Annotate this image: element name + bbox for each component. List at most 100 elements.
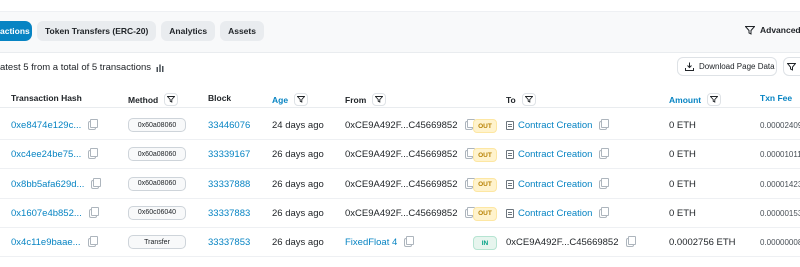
top-strip xyxy=(0,0,800,12)
block-link[interactable]: 33339167 xyxy=(208,149,250,160)
copy-icon[interactable] xyxy=(404,236,415,248)
age-text: 24 days ago xyxy=(272,120,324,131)
transaction-hash-link[interactable]: 0x1607e4b852... xyxy=(11,208,82,219)
to-cell: Contract Creation xyxy=(506,170,610,199)
txn-fee-cell: 0.00002409 xyxy=(760,111,800,140)
amount-cell: 0.0002756 ETH xyxy=(669,228,736,257)
contract-creation-link[interactable]: Contract Creation xyxy=(518,120,592,131)
block-link[interactable]: 33337883 xyxy=(208,208,250,219)
from-address: 0xCE9A492F...C45669852 xyxy=(345,178,458,190)
block-cell: 33337883 xyxy=(208,199,250,228)
col-from: From xyxy=(345,93,387,106)
copy-icon[interactable] xyxy=(464,177,475,189)
to-filter-icon[interactable] xyxy=(521,93,536,106)
block-link[interactable]: 33337888 xyxy=(208,179,250,190)
amount-text: 0 ETH xyxy=(669,178,696,190)
copy-icon[interactable] xyxy=(599,177,610,189)
copy-icon[interactable] xyxy=(88,119,99,130)
amount-cell: 0 ETH xyxy=(669,170,696,199)
copy-icon[interactable] xyxy=(625,236,636,248)
amount-text: 0 ETH xyxy=(669,207,696,219)
block-link[interactable]: 33337853 xyxy=(208,237,250,248)
tab-transactions[interactable]: actions xyxy=(0,21,32,41)
age-cell: 26 days ago xyxy=(272,140,324,169)
direction-badge: OUT xyxy=(473,177,497,192)
age-cell: 26 days ago xyxy=(272,228,324,257)
copy-icon[interactable] xyxy=(91,177,102,189)
filter-funnel-icon xyxy=(787,62,796,71)
advanced-filter-button[interactable]: Advanced F xyxy=(745,25,800,35)
block-link[interactable]: 33446076 xyxy=(208,120,250,131)
contract-creation-link[interactable]: Contract Creation xyxy=(518,179,592,190)
block-cell: 33339167 xyxy=(208,140,250,169)
copy-icon[interactable] xyxy=(88,148,99,160)
col-amount[interactable]: Amount xyxy=(669,93,722,106)
table-row: 0x1607e4b852... 0x60c06040 33337883 26 days… xyxy=(0,199,800,228)
direction-badge: OUT xyxy=(473,148,497,163)
table-row: 0xe8474e129c... 0x60a08060 33446076 24 days… xyxy=(0,111,800,140)
method-badge: 0x60a08060 xyxy=(128,118,186,132)
to-address: 0xCE9A492F...C45669852 xyxy=(506,237,619,249)
copy-icon[interactable] xyxy=(87,236,98,248)
tab-token-transfers[interactable]: Token Transfers (ERC-20) xyxy=(37,21,157,41)
from-address[interactable]: FixedFloat 4 xyxy=(345,237,397,248)
txn-fee-text: 0.00000153 xyxy=(760,208,800,218)
age-cell: 26 days ago xyxy=(272,199,324,228)
tab-analytics[interactable]: Analytics xyxy=(161,21,216,41)
copy-icon[interactable] xyxy=(88,206,99,218)
copy-icon[interactable] xyxy=(464,148,475,160)
amount-filter-icon[interactable] xyxy=(707,93,722,106)
txn-fee-cell: 0.00001423 xyxy=(760,170,800,199)
contract-document-icon xyxy=(506,208,514,218)
method-filter-icon[interactable] xyxy=(164,93,179,106)
copy-icon[interactable] xyxy=(599,119,610,130)
to-cell: 0xCE9A492F...C45669852 xyxy=(506,228,636,257)
transaction-hash-link[interactable]: 0x8bb5afa629d... xyxy=(11,179,84,190)
col-to: To xyxy=(506,93,536,106)
amount-text: 0 ETH xyxy=(669,120,696,131)
age-cell: 24 days ago xyxy=(272,111,324,140)
transaction-hash-cell: 0x4c11e9baae... xyxy=(11,228,98,257)
filter-funnel-icon xyxy=(745,25,755,35)
amount-cell: 0 ETH xyxy=(669,199,696,228)
copy-icon[interactable] xyxy=(599,206,610,218)
filter-button[interactable] xyxy=(783,57,800,76)
direction-badge: OUT xyxy=(473,119,497,133)
table-row: 0x8bb5afa629d... 0x60a08060 33337888 26 day… xyxy=(0,170,800,199)
from-cell: 0xCE9A492F...C45669852 xyxy=(345,140,475,169)
copy-icon[interactable] xyxy=(599,148,610,160)
contract-creation-link[interactable]: Contract Creation xyxy=(518,149,592,160)
download-page-data-button[interactable]: Download Page Data xyxy=(677,57,777,76)
method-badge: 0x60a08060 xyxy=(128,147,186,162)
from-cell: 0xCE9A492F...C45669852 xyxy=(345,170,475,199)
col-txn-fee[interactable]: Txn Fee xyxy=(760,93,792,103)
txn-fee-cell: 0.00000008 xyxy=(760,228,800,257)
method-badge: Transfer xyxy=(128,235,186,250)
to-cell: Contract Creation xyxy=(506,140,610,169)
col-age[interactable]: Age xyxy=(272,93,309,106)
copy-icon[interactable] xyxy=(464,206,475,218)
txn-fee-cell: 0.00001011 xyxy=(760,140,800,169)
transaction-hash-link[interactable]: 0x4c11e9baae... xyxy=(11,237,81,248)
table-row: 0xc4ee24be75... 0x60a08060 33339167 26 days… xyxy=(0,140,800,170)
col-method: Method xyxy=(128,93,179,106)
to-cell: Contract Creation xyxy=(506,111,610,140)
col-transaction-hash: Transaction Hash xyxy=(11,93,82,103)
contract-creation-link[interactable]: Contract Creation xyxy=(518,208,592,219)
transaction-hash-cell: 0x8bb5afa629d... xyxy=(11,170,102,199)
transaction-hash-cell: 0xc4ee24be75... xyxy=(11,140,99,169)
transaction-hash-link[interactable]: 0xc4ee24be75... xyxy=(11,149,81,160)
copy-icon[interactable] xyxy=(464,119,475,130)
transaction-hash-cell: 0xe8474e129c... xyxy=(11,111,99,140)
transaction-hash-link[interactable]: 0xe8474e129c... xyxy=(11,120,81,131)
bar-chart-icon[interactable] xyxy=(156,64,164,72)
age-cell: 26 days ago xyxy=(272,170,324,199)
summary-text: atest 5 from a total of 5 transactions xyxy=(0,62,152,73)
txn-fee-text: 0.00001423 xyxy=(760,179,800,189)
from-filter-icon[interactable] xyxy=(372,93,387,106)
col-block: Block xyxy=(208,93,232,103)
direction-badge: IN xyxy=(473,236,497,251)
age-filter-icon[interactable] xyxy=(294,93,309,106)
txn-fee-cell: 0.00000153 xyxy=(760,199,800,228)
tab-assets[interactable]: Assets xyxy=(220,21,264,41)
